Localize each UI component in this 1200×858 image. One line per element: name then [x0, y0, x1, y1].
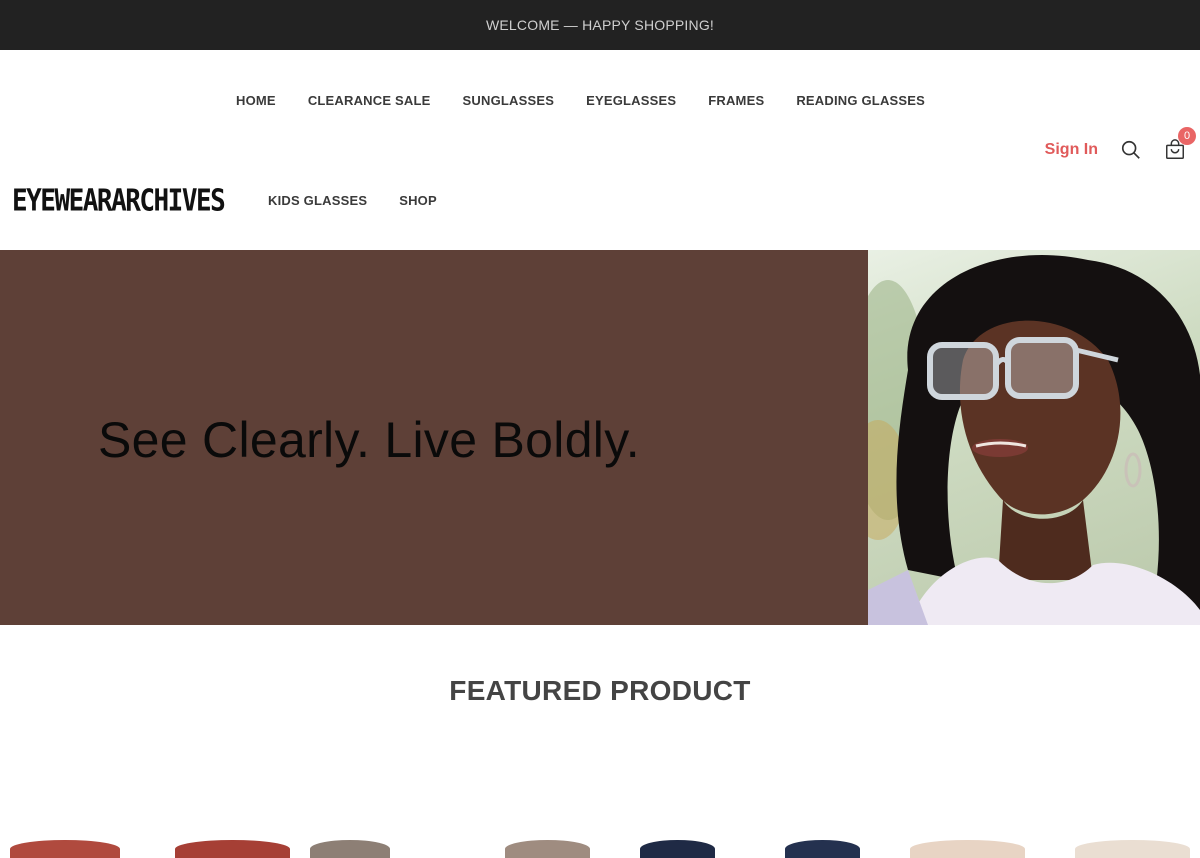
- cart-count-badge: 0: [1178, 127, 1196, 145]
- featured-products-peek: [0, 838, 1200, 858]
- woman-with-glasses-photo: [868, 254, 1200, 625]
- nav-frames[interactable]: FRAMES: [708, 93, 764, 108]
- main-nav-row-1: HOME CLEARANCE SALE SUNGLASSES EYEGLASSE…: [236, 93, 925, 108]
- product-thumbnail[interactable]: [910, 840, 1025, 858]
- nav-reading-glasses[interactable]: READING GLASSES: [796, 93, 925, 108]
- nav-shop[interactable]: SHOP: [399, 193, 437, 208]
- nav-clearance-sale[interactable]: CLEARANCE SALE: [308, 93, 431, 108]
- featured-heading: FEATURED PRODUCT: [449, 675, 751, 706]
- main-nav-row-2: KIDS GLASSES SHOP: [268, 193, 437, 208]
- product-thumbnail[interactable]: [505, 840, 590, 858]
- hero-headline: See Clearly. Live Boldly.: [98, 411, 640, 468]
- hero-image: [868, 250, 1200, 625]
- product-thumbnail[interactable]: [175, 840, 290, 858]
- nav-sunglasses[interactable]: SUNGLASSES: [463, 93, 555, 108]
- hero-banner: See Clearly. Live Boldly.: [0, 250, 1200, 625]
- nav-eyeglasses[interactable]: EYEGLASSES: [586, 93, 676, 108]
- product-thumbnail[interactable]: [10, 840, 120, 858]
- product-thumbnail[interactable]: [310, 840, 390, 858]
- product-thumbnail[interactable]: [640, 840, 715, 858]
- announcement-text: WELCOME — HAPPY SHOPPING!: [485, 17, 714, 33]
- product-thumbnail[interactable]: [785, 840, 860, 858]
- nav-home[interactable]: HOME: [236, 93, 276, 108]
- hero-text-panel: See Clearly. Live Boldly.: [0, 250, 868, 625]
- header-actions: Sign In 0: [1045, 127, 1196, 162]
- site-logo[interactable]: EYEWEARARCHIVES: [12, 184, 226, 219]
- search-icon[interactable]: [1120, 139, 1142, 161]
- product-thumbnail[interactable]: [1075, 840, 1190, 858]
- site-header: HOME CLEARANCE SALE SUNGLASSES EYEGLASSE…: [0, 50, 1200, 250]
- sign-in-link[interactable]: Sign In: [1045, 141, 1098, 159]
- shopping-bag-icon[interactable]: 0: [1164, 127, 1196, 161]
- announcement-bar: WELCOME — HAPPY SHOPPING!: [0, 0, 1200, 50]
- nav-kids-glasses[interactable]: KIDS GLASSES: [268, 193, 367, 208]
- featured-section: FEATURED PRODUCT: [0, 625, 1200, 707]
